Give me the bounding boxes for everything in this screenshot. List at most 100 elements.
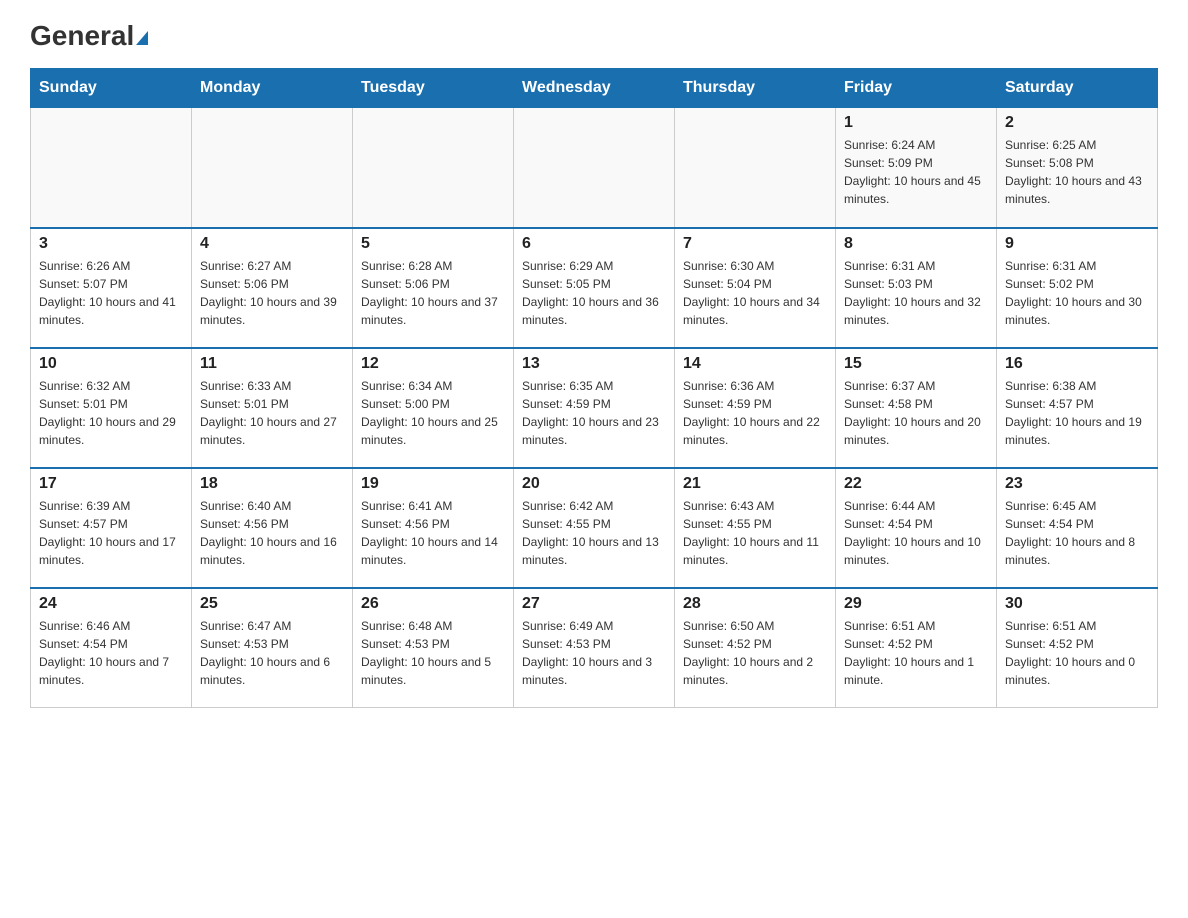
calendar-cell-5-2: 25 Sunrise: 6:47 AMSunset: 4:53 PMDayligh… (192, 588, 353, 708)
day-info: Sunrise: 6:49 AMSunset: 4:53 PMDaylight:… (522, 617, 666, 689)
day-info: Sunrise: 6:30 AMSunset: 5:04 PMDaylight:… (683, 257, 827, 329)
day-info: Sunrise: 6:29 AMSunset: 5:05 PMDaylight:… (522, 257, 666, 329)
day-number: 26 (361, 595, 505, 613)
calendar-cell-4-7: 23 Sunrise: 6:45 AMSunset: 4:54 PMDayligh… (997, 468, 1158, 588)
weekday-header-wednesday: Wednesday (514, 69, 675, 108)
day-number: 30 (1005, 595, 1149, 613)
weekday-header-sunday: Sunday (31, 69, 192, 108)
day-number: 19 (361, 475, 505, 493)
day-info: Sunrise: 6:40 AMSunset: 4:56 PMDaylight:… (200, 497, 344, 569)
calendar-week-5: 24 Sunrise: 6:46 AMSunset: 4:54 PMDayligh… (31, 588, 1158, 708)
day-info: Sunrise: 6:28 AMSunset: 5:06 PMDaylight:… (361, 257, 505, 329)
calendar-cell-5-3: 26 Sunrise: 6:48 AMSunset: 4:53 PMDayligh… (353, 588, 514, 708)
calendar-cell-1-3 (353, 108, 514, 228)
day-info: Sunrise: 6:45 AMSunset: 4:54 PMDaylight:… (1005, 497, 1149, 569)
day-number: 13 (522, 355, 666, 373)
calendar-cell-4-4: 20Sunrise: 6:42 AMSunset: 4:55 PMDayligh… (514, 468, 675, 588)
logo-triangle-icon (136, 31, 148, 45)
calendar-cell-5-4: 27 Sunrise: 6:49 AMSunset: 4:53 PMDayligh… (514, 588, 675, 708)
calendar-cell-5-6: 29Sunrise: 6:51 AMSunset: 4:52 PMDayligh… (836, 588, 997, 708)
weekday-header-friday: Friday (836, 69, 997, 108)
day-number: 14 (683, 355, 827, 373)
calendar-cell-4-5: 21 Sunrise: 6:43 AMSunset: 4:55 PMDayligh… (675, 468, 836, 588)
calendar-cell-4-2: 18 Sunrise: 6:40 AMSunset: 4:56 PMDayligh… (192, 468, 353, 588)
calendar-cell-3-4: 13 Sunrise: 6:35 AMSunset: 4:59 PMDayligh… (514, 348, 675, 468)
day-number: 7 (683, 235, 827, 253)
day-info: Sunrise: 6:27 AMSunset: 5:06 PMDaylight:… (200, 257, 344, 329)
day-number: 21 (683, 475, 827, 493)
day-info: Sunrise: 6:31 AMSunset: 5:02 PMDaylight:… (1005, 257, 1149, 329)
calendar-cell-2-1: 3 Sunrise: 6:26 AMSunset: 5:07 PMDaylight… (31, 228, 192, 348)
page-header: General (30, 20, 1158, 48)
day-info: Sunrise: 6:41 AMSunset: 4:56 PMDaylight:… (361, 497, 505, 569)
weekday-header-thursday: Thursday (675, 69, 836, 108)
calendar-cell-3-2: 11Sunrise: 6:33 AMSunset: 5:01 PMDayligh… (192, 348, 353, 468)
day-number: 18 (200, 475, 344, 493)
calendar-cell-1-7: 2Sunrise: 6:25 AMSunset: 5:08 PMDaylight… (997, 108, 1158, 228)
logo-text: General (30, 20, 148, 52)
day-info: Sunrise: 6:26 AMSunset: 5:07 PMDaylight:… (39, 257, 183, 329)
day-number: 1 (844, 114, 988, 132)
calendar-cell-1-4 (514, 108, 675, 228)
calendar-cell-2-4: 6 Sunrise: 6:29 AMSunset: 5:05 PMDaylight… (514, 228, 675, 348)
day-info: Sunrise: 6:43 AMSunset: 4:55 PMDaylight:… (683, 497, 827, 569)
day-info: Sunrise: 6:51 AMSunset: 4:52 PMDaylight:… (844, 617, 988, 689)
day-number: 17 (39, 475, 183, 493)
day-number: 5 (361, 235, 505, 253)
day-info: Sunrise: 6:44 AMSunset: 4:54 PMDaylight:… (844, 497, 988, 569)
day-info: Sunrise: 6:48 AMSunset: 4:53 PMDaylight:… (361, 617, 505, 689)
calendar-cell-4-3: 19 Sunrise: 6:41 AMSunset: 4:56 PMDayligh… (353, 468, 514, 588)
calendar-cell-3-3: 12 Sunrise: 6:34 AMSunset: 5:00 PMDayligh… (353, 348, 514, 468)
calendar-cell-3-6: 15 Sunrise: 6:37 AMSunset: 4:58 PMDayligh… (836, 348, 997, 468)
calendar-cell-3-7: 16 Sunrise: 6:38 AMSunset: 4:57 PMDayligh… (997, 348, 1158, 468)
calendar-cell-4-6: 22 Sunrise: 6:44 AMSunset: 4:54 PMDayligh… (836, 468, 997, 588)
calendar-cell-5-1: 24 Sunrise: 6:46 AMSunset: 4:54 PMDayligh… (31, 588, 192, 708)
calendar-cell-2-6: 8 Sunrise: 6:31 AMSunset: 5:03 PMDaylight… (836, 228, 997, 348)
day-number: 12 (361, 355, 505, 373)
day-info: Sunrise: 6:35 AMSunset: 4:59 PMDaylight:… (522, 377, 666, 449)
day-number: 23 (1005, 475, 1149, 493)
day-number: 10 (39, 355, 183, 373)
day-number: 9 (1005, 235, 1149, 253)
day-number: 3 (39, 235, 183, 253)
calendar-cell-1-2 (192, 108, 353, 228)
calendar-week-3: 10 Sunrise: 6:32 AMSunset: 5:01 PMDayligh… (31, 348, 1158, 468)
day-number: 27 (522, 595, 666, 613)
day-number: 8 (844, 235, 988, 253)
day-info: Sunrise: 6:46 AMSunset: 4:54 PMDaylight:… (39, 617, 183, 689)
day-number: 6 (522, 235, 666, 253)
logo: General (30, 20, 148, 48)
day-info: Sunrise: 6:25 AMSunset: 5:08 PMDaylight:… (1005, 136, 1149, 208)
day-info: Sunrise: 6:34 AMSunset: 5:00 PMDaylight:… (361, 377, 505, 449)
day-info: Sunrise: 6:36 AMSunset: 4:59 PMDaylight:… (683, 377, 827, 449)
calendar-cell-4-1: 17 Sunrise: 6:39 AMSunset: 4:57 PMDayligh… (31, 468, 192, 588)
day-info: Sunrise: 6:31 AMSunset: 5:03 PMDaylight:… (844, 257, 988, 329)
weekday-header-tuesday: Tuesday (353, 69, 514, 108)
calendar-week-1: 1Sunrise: 6:24 AMSunset: 5:09 PMDaylight… (31, 108, 1158, 228)
calendar-cell-2-2: 4 Sunrise: 6:27 AMSunset: 5:06 PMDaylight… (192, 228, 353, 348)
day-info: Sunrise: 6:38 AMSunset: 4:57 PMDaylight:… (1005, 377, 1149, 449)
day-number: 28 (683, 595, 827, 613)
calendar-cell-2-5: 7 Sunrise: 6:30 AMSunset: 5:04 PMDaylight… (675, 228, 836, 348)
day-info: Sunrise: 6:47 AMSunset: 4:53 PMDaylight:… (200, 617, 344, 689)
day-number: 24 (39, 595, 183, 613)
calendar-cell-2-3: 5 Sunrise: 6:28 AMSunset: 5:06 PMDaylight… (353, 228, 514, 348)
calendar-cell-5-5: 28Sunrise: 6:50 AMSunset: 4:52 PMDayligh… (675, 588, 836, 708)
day-info: Sunrise: 6:32 AMSunset: 5:01 PMDaylight:… (39, 377, 183, 449)
day-info: Sunrise: 6:37 AMSunset: 4:58 PMDaylight:… (844, 377, 988, 449)
calendar-table: SundayMondayTuesdayWednesdayThursdayFrid… (30, 68, 1158, 708)
day-number: 25 (200, 595, 344, 613)
weekday-header-monday: Monday (192, 69, 353, 108)
calendar-cell-3-5: 14 Sunrise: 6:36 AMSunset: 4:59 PMDayligh… (675, 348, 836, 468)
day-info: Sunrise: 6:39 AMSunset: 4:57 PMDaylight:… (39, 497, 183, 569)
day-number: 16 (1005, 355, 1149, 373)
day-number: 22 (844, 475, 988, 493)
calendar-week-2: 3 Sunrise: 6:26 AMSunset: 5:07 PMDaylight… (31, 228, 1158, 348)
day-number: 11 (200, 355, 344, 373)
calendar-cell-1-1 (31, 108, 192, 228)
day-number: 15 (844, 355, 988, 373)
day-info: Sunrise: 6:51 AMSunset: 4:52 PMDaylight:… (1005, 617, 1149, 689)
weekday-header-saturday: Saturday (997, 69, 1158, 108)
calendar-week-4: 17 Sunrise: 6:39 AMSunset: 4:57 PMDayligh… (31, 468, 1158, 588)
day-number: 4 (200, 235, 344, 253)
